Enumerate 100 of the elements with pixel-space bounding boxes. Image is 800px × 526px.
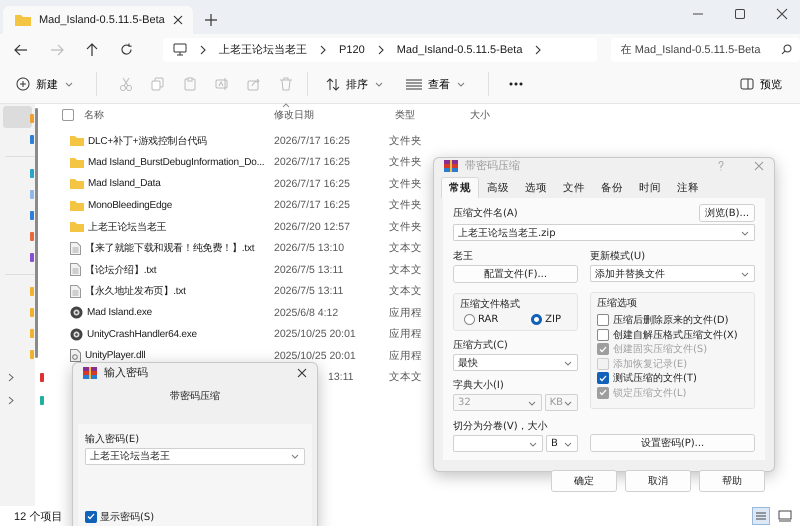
- dialog-tab[interactable]: 注释: [669, 177, 707, 198]
- text-file-icon: [70, 263, 81, 276]
- file-name[interactable]: UnityPlayer.dll: [85, 350, 146, 362]
- update-mode-dropdown[interactable]: 添加并替换文件: [590, 265, 755, 282]
- file-name[interactable]: MonoBleedingEdge: [88, 200, 172, 211]
- column-header[interactable]: 修改日期: [274, 108, 395, 122]
- checkbox[interactable]: [85, 510, 97, 523]
- file-name[interactable]: 【论坛介绍】.txt: [85, 262, 156, 277]
- rename-icon[interactable]: [215, 77, 229, 91]
- file-name[interactable]: Mad Island_Data: [88, 178, 161, 190]
- dialog-button[interactable]: 取消: [625, 470, 691, 492]
- caret-icon: [563, 398, 573, 406]
- checkbox[interactable]: [597, 328, 609, 341]
- dialog-tab[interactable]: 时间: [631, 177, 669, 198]
- nav-icon[interactable]: [30, 232, 34, 241]
- type-cell: 文本文: [389, 284, 422, 298]
- archive-name-dropdown[interactable]: 上老王论坛当老王.zip: [453, 224, 755, 241]
- chevron-icon[interactable]: [8, 396, 14, 405]
- nav-icon[interactable]: [30, 190, 34, 199]
- share-icon[interactable]: [247, 77, 261, 91]
- file-name[interactable]: 【来了就能下载和观看！纯免费！】.txt: [85, 241, 254, 256]
- back-icon[interactable]: [14, 44, 28, 56]
- address-bar[interactable]: 上老王论坛当老王 P120 Mad_Island-0.5.11.5-Beta: [163, 38, 597, 62]
- field-label: 更新模式(U): [590, 250, 646, 263]
- maximize-icon[interactable]: [734, 8, 746, 20]
- paste-icon[interactable]: [183, 77, 197, 91]
- file-name[interactable]: Mad Island_BurstDebugInformation_Do...: [88, 156, 264, 168]
- date-cell-text: 2026/7/5 13:10: [274, 242, 346, 254]
- unit-dropdown[interactable]: B: [546, 435, 578, 452]
- scrollbar[interactable]: [35, 108, 38, 358]
- checkbox[interactable]: [597, 372, 609, 384]
- radio-button[interactable]: [464, 314, 475, 325]
- checkbox[interactable]: [597, 314, 609, 326]
- file-name[interactable]: DLC+补丁+游戏控制台代码: [88, 134, 207, 148]
- dialog-tab[interactable]: 文件: [555, 177, 593, 198]
- up-icon[interactable]: [86, 42, 98, 56]
- select-all-checkbox[interactable]: [62, 109, 74, 121]
- nav-icon[interactable]: [30, 308, 34, 317]
- nav-icon[interactable]: [30, 287, 34, 296]
- dialog-button[interactable]: 确定: [551, 470, 617, 492]
- caret-icon: [563, 358, 573, 366]
- archive-app-icon: [444, 160, 458, 172]
- preview-button[interactable]: 预览: [734, 72, 788, 96]
- tiles-view-icon[interactable]: [778, 510, 792, 522]
- breadcrumb-item[interactable]: P120: [339, 44, 365, 56]
- file-name[interactable]: Mad Island.exe: [87, 307, 152, 318]
- nav-icon[interactable]: [30, 211, 34, 220]
- dialog-button[interactable]: 帮助: [699, 470, 765, 492]
- password-dropdown[interactable]: 上老王论坛当老王: [85, 448, 305, 464]
- nav-icon[interactable]: [30, 169, 34, 178]
- radio-button[interactable]: [531, 314, 542, 325]
- nav-icon[interactable]: [30, 135, 34, 144]
- radio-label: RAR: [478, 314, 498, 325]
- file-name[interactable]: 上老王论坛当老王: [88, 220, 166, 234]
- copy-icon[interactable]: [151, 77, 165, 91]
- forward-icon[interactable]: [50, 44, 64, 56]
- selected-nav-item[interactable]: [3, 106, 32, 128]
- column-header[interactable]: 类型: [395, 108, 470, 122]
- close-icon[interactable]: [173, 15, 183, 25]
- nav-icon[interactable]: [30, 114, 34, 123]
- column-header[interactable]: 大小: [470, 108, 490, 122]
- field-label: 老王: [453, 250, 474, 263]
- nav-icon[interactable]: [30, 253, 34, 262]
- dialog-tab[interactable]: 高级: [479, 177, 517, 198]
- more-icon[interactable]: [509, 82, 523, 86]
- search-field[interactable]: 在 Mad_Island-0.5.11.5-Beta: [610, 38, 800, 62]
- nav-icon[interactable]: [30, 350, 34, 359]
- breadcrumb-item[interactable]: Mad_Island-0.5.11.5-Beta: [396, 44, 522, 56]
- nav-icon[interactable]: [30, 329, 34, 338]
- chevron-icon[interactable]: [8, 373, 14, 382]
- file-name[interactable]: 【永久地址发布页】.txt: [85, 284, 186, 298]
- browse-button[interactable]: 浏览(B)...: [699, 204, 755, 222]
- caret-icon: [528, 440, 538, 448]
- close-icon[interactable]: [776, 8, 788, 20]
- new-button[interactable]: 新建: [10, 72, 80, 96]
- column-header[interactable]: 名称: [84, 108, 274, 122]
- sort-button[interactable]: 排序: [320, 72, 390, 96]
- breadcrumb-item[interactable]: 上老王论坛当老王: [219, 42, 307, 57]
- window-tab[interactable]: Mad_Island-0.5.11.5-Beta: [3, 6, 193, 34]
- split-size-dropdown[interactable]: [453, 435, 543, 452]
- caret-icon: [740, 228, 750, 236]
- cut-icon[interactable]: [119, 77, 133, 91]
- compression-method-dropdown[interactable]: 最快: [453, 354, 578, 371]
- close-icon[interactable]: [297, 368, 307, 378]
- delete-icon[interactable]: [279, 77, 293, 91]
- help-icon[interactable]: [718, 160, 724, 170]
- item-count: 12 个项目: [14, 510, 62, 524]
- view-button[interactable]: 查看: [400, 72, 472, 96]
- dialog-tab[interactable]: 选项: [517, 177, 555, 198]
- plus-icon[interactable]: [205, 14, 217, 26]
- set-password-button[interactable]: 设置密码(P)...: [590, 434, 755, 452]
- dialog-tab[interactable]: 备份: [593, 177, 631, 198]
- file-name[interactable]: UnityCrashHandler64.exe: [87, 328, 197, 340]
- profiles-button[interactable]: 配置文件(F)...: [453, 265, 578, 283]
- field-label: 输入密码(E): [85, 432, 140, 446]
- refresh-icon[interactable]: [120, 43, 133, 56]
- date-cell-text: 2026/7/17 16:25: [274, 134, 351, 147]
- details-view-icon[interactable]: [752, 507, 770, 525]
- dialog-tab[interactable]: 常规: [441, 177, 479, 198]
- check-icon: [599, 346, 607, 353]
